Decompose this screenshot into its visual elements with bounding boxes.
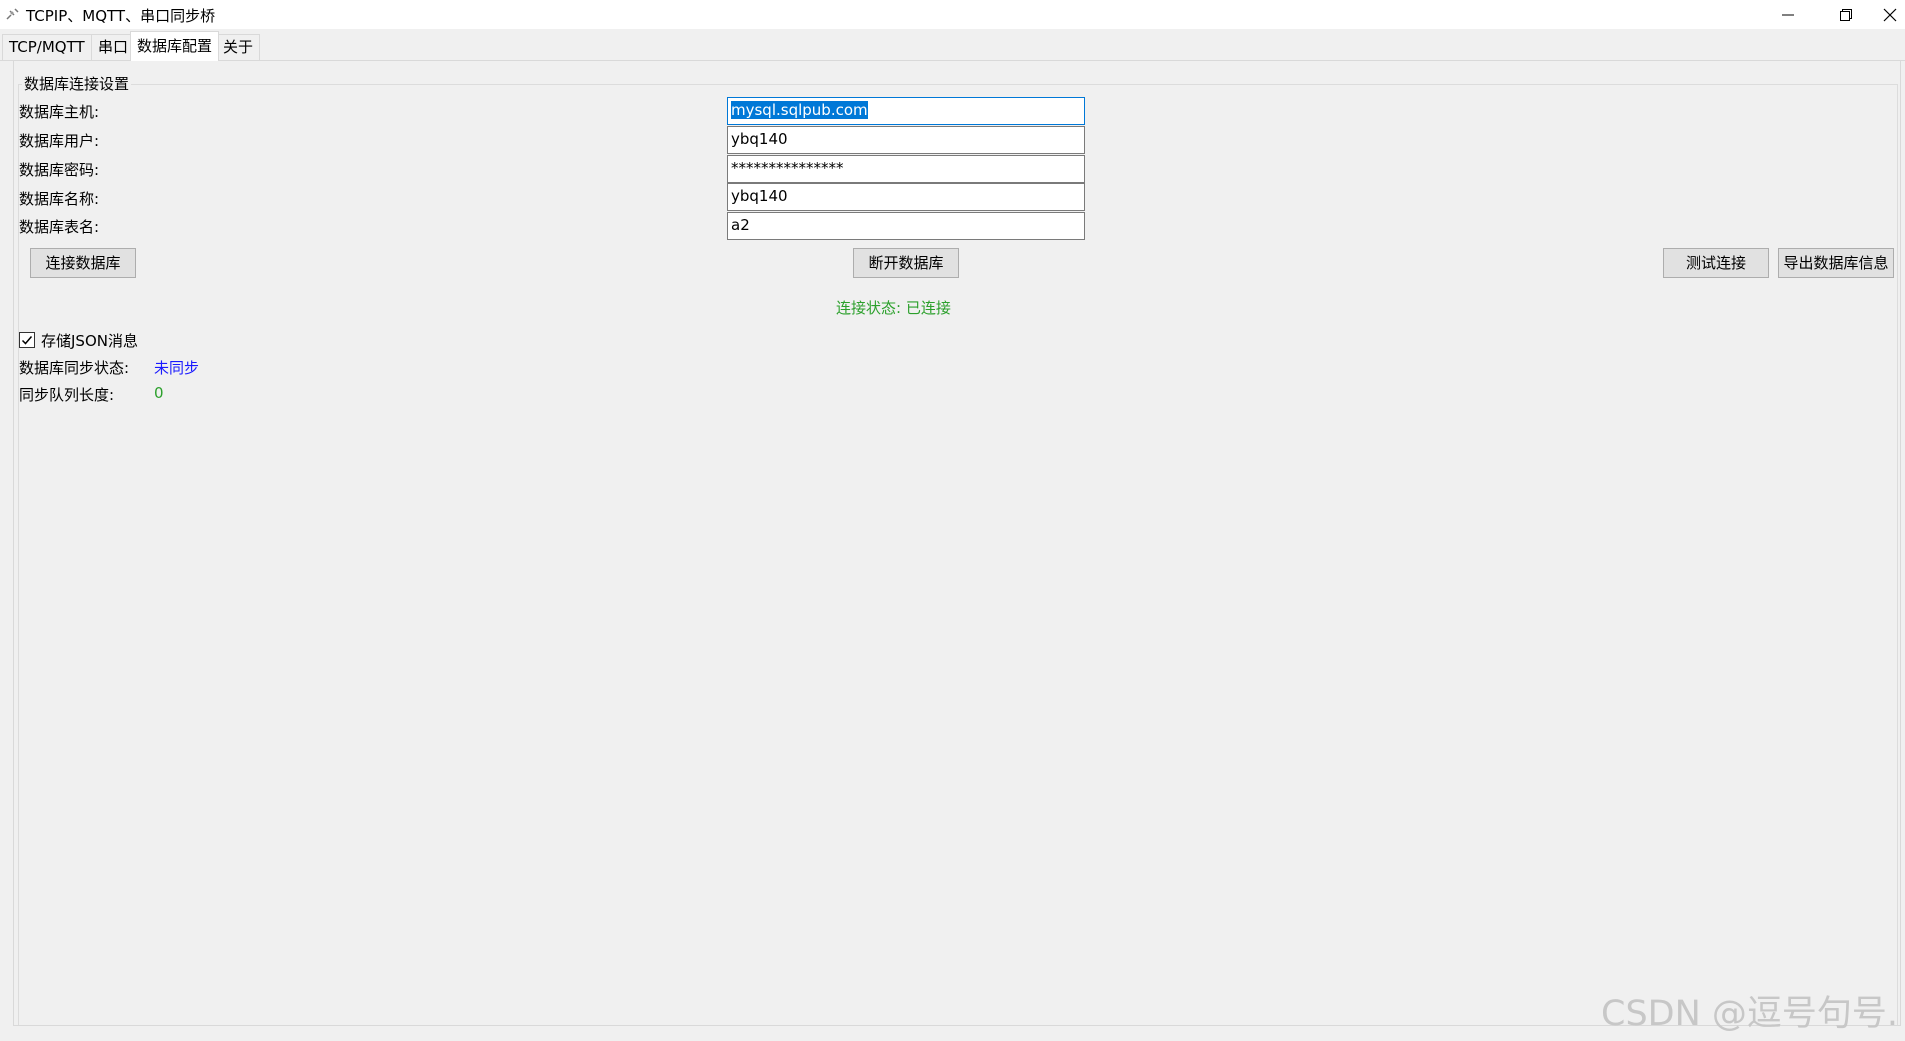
app-logo-icon — [6, 7, 20, 21]
db-user-label: 数据库用户: — [19, 132, 100, 150]
sync-status-label: 数据库同步状态: — [19, 359, 130, 377]
title-bar: TCPIP、MQTT、串口同步桥 — [0, 0, 1905, 29]
minimize-icon — [1782, 14, 1794, 16]
store-json-label[interactable]: 存储JSON消息 — [41, 330, 138, 351]
tab-serial[interactable]: 串口 — [91, 34, 136, 60]
db-table-label: 数据库表名: — [19, 218, 100, 236]
close-icon — [1883, 8, 1897, 22]
restore-icon — [1840, 9, 1852, 21]
sync-status-value: 未同步 — [154, 359, 200, 377]
db-table-input[interactable]: a2 — [727, 212, 1085, 240]
db-host-input[interactable]: mysql.sqlpub.com — [727, 97, 1085, 125]
watermark: CSDN @逗号句号. — [1601, 994, 1899, 1034]
db-name-input[interactable]: ybq140 — [727, 183, 1085, 211]
db-password-label: 数据库密码: — [19, 161, 100, 179]
group-title: 数据库连接设置 — [22, 73, 132, 94]
tab-tcp-mqtt[interactable]: TCP/MQTT — [2, 34, 92, 60]
queue-length-value: 0 — [154, 384, 164, 402]
connection-status: 连接状态: 已连接 — [836, 299, 951, 317]
disconnect-db-button[interactable]: 断开数据库 — [853, 248, 959, 278]
db-password-input[interactable]: *************** — [727, 155, 1085, 183]
minimize-button[interactable] — [1759, 0, 1817, 29]
tab-bar — [0, 29, 1905, 61]
db-name-label: 数据库名称: — [19, 190, 100, 208]
connect-db-button[interactable]: 连接数据库 — [30, 248, 136, 278]
queue-length-label: 同步队列长度: — [19, 386, 115, 404]
tab-about[interactable]: 关于 — [216, 34, 261, 60]
store-json-checkbox[interactable] — [19, 332, 35, 348]
tab-db-config[interactable]: 数据库配置 — [130, 31, 220, 61]
restore-button[interactable] — [1817, 0, 1875, 29]
window-title: TCPIP、MQTT、串口同步桥 — [26, 7, 216, 25]
db-host-label: 数据库主机: — [19, 103, 100, 121]
test-connection-button[interactable]: 测试连接 — [1663, 248, 1769, 278]
close-button[interactable] — [1875, 0, 1905, 29]
db-user-input[interactable]: ybq140 — [727, 126, 1085, 154]
checkmark-icon — [21, 336, 33, 345]
export-db-info-button[interactable]: 导出数据库信息 — [1778, 248, 1894, 278]
